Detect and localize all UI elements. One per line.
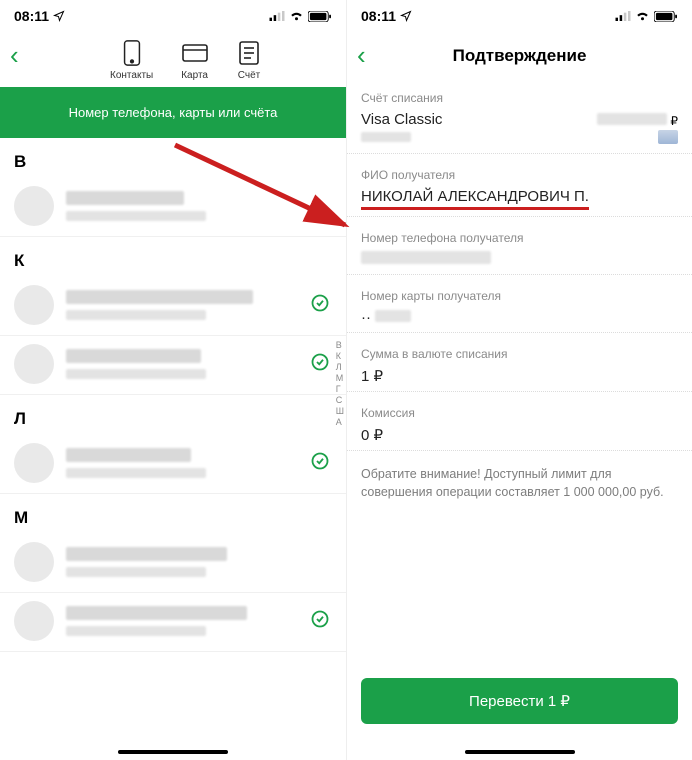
avatar <box>14 186 54 226</box>
page-title: Подтверждение <box>383 46 656 66</box>
section-letter: Л <box>0 395 346 435</box>
status-bar: 08:11 <box>0 0 346 32</box>
signal-icon <box>615 11 631 21</box>
contact-row[interactable] <box>0 593 346 652</box>
battery-icon <box>654 11 678 22</box>
index-letter[interactable]: М <box>336 373 344 383</box>
fee-value: 0 ₽ <box>361 426 678 444</box>
transfer-button[interactable]: Перевести 1 ₽ <box>361 678 678 724</box>
contacts-screen: 08:11 ‹ Контакты <box>0 0 346 760</box>
field-recipient-phone: Номер телефона получателя <box>347 221 692 275</box>
contact-row[interactable] <box>0 534 346 593</box>
location-icon <box>53 10 65 22</box>
card-name: Visa Classic <box>361 111 597 128</box>
method-card[interactable]: Карта <box>181 40 208 81</box>
banner-text: Номер телефона, карты или счёта <box>69 105 278 120</box>
index-letter[interactable]: Г <box>336 384 344 394</box>
amount-value: 1 ₽ <box>361 367 678 385</box>
verified-icon <box>308 294 332 317</box>
card-thumb-icon <box>658 130 678 144</box>
method-contacts[interactable]: Контакты <box>110 40 153 81</box>
back-button[interactable]: ‹ <box>357 40 383 71</box>
wifi-icon <box>289 11 304 22</box>
signal-icon <box>269 11 285 21</box>
field-recipient-card: Номер карты получателя ·· <box>347 279 692 333</box>
recipient-name: НИКОЛАЙ АЛЕКСАНДРОВИЧ П. <box>361 188 589 210</box>
field-label: ФИО получателя <box>361 168 678 182</box>
index-letter[interactable]: Л <box>336 362 344 372</box>
method-label: Счёт <box>238 70 260 81</box>
index-letter[interactable]: А <box>336 417 344 427</box>
index-letter[interactable]: К <box>336 351 344 361</box>
method-tabs: Контакты Карта Счёт <box>36 40 336 81</box>
field-label: Счёт списания <box>361 91 597 105</box>
home-indicator <box>118 750 228 754</box>
contact-row[interactable] <box>0 277 346 336</box>
field-label: Сумма в валюте списания <box>361 347 678 361</box>
field-label: Номер телефона получателя <box>361 231 678 245</box>
index-letter[interactable]: С <box>336 395 344 405</box>
home-indicator <box>465 750 575 754</box>
avatar <box>14 443 54 483</box>
field-account[interactable]: Счёт списания Visa Classic ₽ <box>347 81 692 154</box>
contact-row[interactable] <box>0 435 346 494</box>
wifi-icon <box>635 11 650 22</box>
section-letter: М <box>0 494 346 534</box>
field-recipient-name: ФИО получателя НИКОЛАЙ АЛЕКСАНДРОВИЧ П. <box>347 158 692 217</box>
alpha-index[interactable]: ВКЛМГСША <box>336 340 344 427</box>
card-icon <box>182 40 208 66</box>
method-account[interactable]: Счёт <box>236 40 262 81</box>
contact-list: ВКЛМ <box>0 138 346 652</box>
avatar <box>14 285 54 325</box>
field-label: Номер карты получателя <box>361 289 678 303</box>
field-amount: Сумма в валюте списания 1 ₽ <box>347 337 692 392</box>
button-label: Перевести 1 ₽ <box>469 693 570 710</box>
status-time: 08:11 <box>361 8 396 24</box>
verified-icon <box>308 353 332 376</box>
search-banner[interactable]: Номер телефона, карты или счёта <box>0 87 346 138</box>
contact-row[interactable] <box>0 178 346 237</box>
phone-icon <box>119 40 145 66</box>
section-letter: В <box>0 138 346 178</box>
location-icon <box>400 10 412 22</box>
method-label: Карта <box>181 70 208 81</box>
status-bar: 08:11 <box>347 0 692 32</box>
field-fee: Комиссия 0 ₽ <box>347 396 692 451</box>
avatar <box>14 601 54 641</box>
account-icon <box>236 40 262 66</box>
limit-notice: Обратите внимание! Доступный лимит для с… <box>347 455 692 501</box>
avatar <box>14 344 54 384</box>
method-label: Контакты <box>110 70 153 81</box>
verified-icon <box>308 452 332 475</box>
contact-row[interactable] <box>0 336 346 395</box>
index-letter[interactable]: В <box>336 340 344 350</box>
battery-icon <box>308 11 332 22</box>
verified-icon <box>308 610 332 633</box>
index-letter[interactable]: Ш <box>336 406 344 416</box>
status-time: 08:11 <box>14 8 49 24</box>
avatar <box>14 542 54 582</box>
field-label: Комиссия <box>361 406 678 420</box>
confirmation-screen: 08:11 ‹ Подтверждение Счёт списания Visa… <box>346 0 692 760</box>
section-letter: К <box>0 237 346 277</box>
back-button[interactable]: ‹ <box>10 40 36 71</box>
